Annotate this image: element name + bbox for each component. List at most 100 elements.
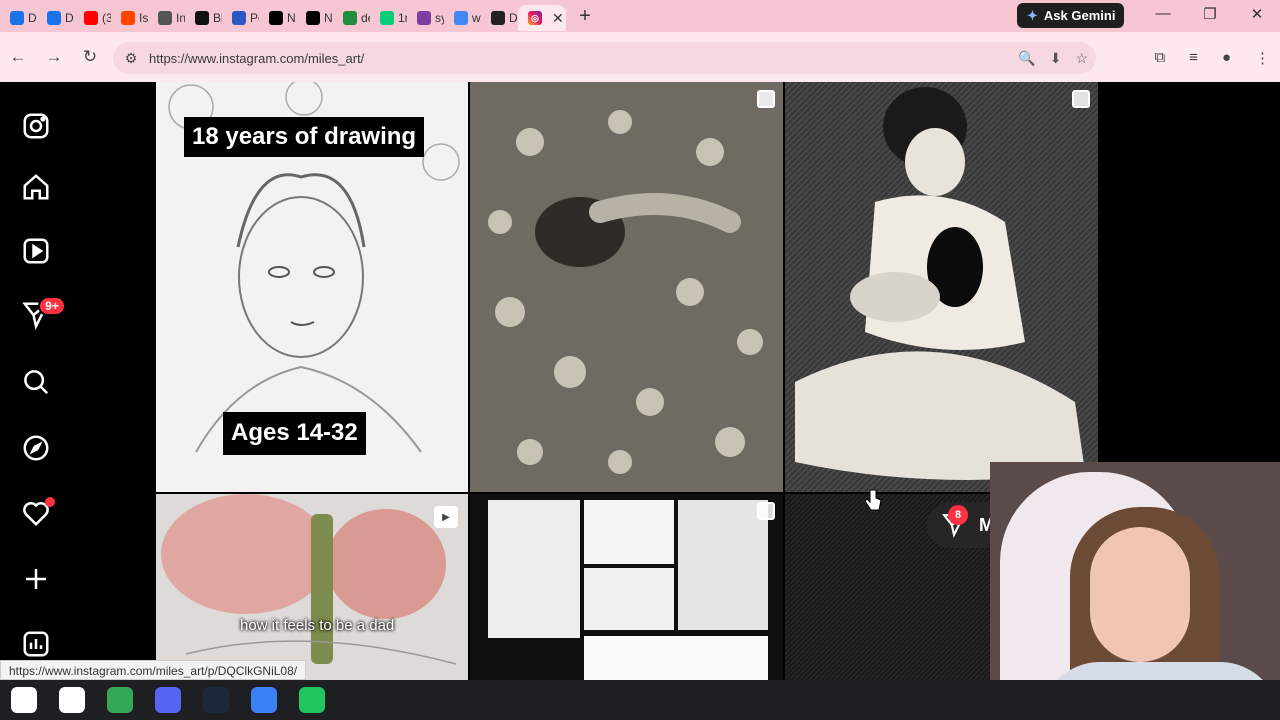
close-tab-icon[interactable]: ✕ bbox=[552, 10, 564, 27]
extensions-icon[interactable]: ⧉ bbox=[1154, 49, 1165, 67]
tab-label: Nc bbox=[324, 11, 333, 25]
browser-tab[interactable]: De bbox=[37, 5, 74, 31]
post-18-years-drawing[interactable]: 18 years of drawing Ages 14-32 bbox=[156, 82, 468, 492]
restore-icon[interactable]: ❐ bbox=[1195, 5, 1225, 23]
hand-cursor-icon bbox=[864, 489, 882, 511]
close-window-icon[interactable]: ✕ bbox=[1242, 5, 1272, 23]
reload-icon[interactable]: ↻ bbox=[72, 47, 108, 67]
taskbar-item[interactable] bbox=[0, 680, 48, 720]
steam-icon bbox=[203, 687, 229, 713]
home-icon[interactable] bbox=[18, 169, 54, 205]
browser-tab[interactable]: Bla bbox=[185, 5, 222, 31]
windows-start-icon bbox=[11, 687, 37, 713]
carousel-icon bbox=[757, 90, 775, 108]
comic-panel bbox=[584, 636, 768, 680]
webcam-face bbox=[1090, 527, 1190, 662]
tab-label: Bla bbox=[213, 11, 222, 25]
tab-label: syr bbox=[435, 11, 444, 25]
tab-label: De bbox=[28, 11, 37, 25]
taskbar-item[interactable] bbox=[144, 680, 192, 720]
google-drive-icon bbox=[10, 11, 24, 25]
forward-icon[interactable]: → bbox=[36, 47, 72, 67]
kickstarter-icon bbox=[380, 11, 394, 25]
mother-child-image bbox=[785, 82, 1098, 492]
taskbar-item[interactable] bbox=[192, 680, 240, 720]
link-status-url: https://www.instagram.com/miles_art/p/DQ… bbox=[0, 660, 307, 680]
carousel-icon bbox=[757, 502, 775, 520]
browser-tab[interactable]: Pe bbox=[222, 5, 259, 31]
tab-label: de bbox=[361, 11, 370, 25]
instagram-sidebar: 9+ bbox=[0, 82, 72, 680]
site-settings-icon[interactable]: ⚙ bbox=[113, 50, 149, 67]
profile-avatar-icon[interactable]: ● bbox=[1222, 49, 1231, 67]
browser-tab[interactable]: syr bbox=[407, 5, 444, 31]
spreadsheet-icon bbox=[343, 11, 357, 25]
browser-tab[interactable]: Is t bbox=[111, 5, 148, 31]
post-comic-panels[interactable] bbox=[470, 494, 783, 680]
notification-dot bbox=[45, 497, 55, 507]
install-app-icon[interactable]: ⬇ bbox=[1050, 50, 1062, 67]
address-bar[interactable]: ⚙ https://www.instagram.com/miles_art/ 🔍… bbox=[113, 42, 1096, 74]
tab-instagram[interactable]: ◎ ✕ bbox=[518, 5, 566, 31]
tab-label: wh bbox=[472, 11, 481, 25]
browser-tab[interactable]: Nc bbox=[296, 5, 333, 31]
globe-icon bbox=[158, 11, 172, 25]
post-pencil-video[interactable]: ▶ how it feels to be a dad bbox=[156, 494, 468, 680]
search-icon[interactable] bbox=[18, 364, 54, 400]
browser-tab[interactable]: De bbox=[0, 5, 37, 31]
taskbar-item[interactable] bbox=[96, 680, 144, 720]
news-icon bbox=[232, 11, 246, 25]
comic-panel bbox=[678, 500, 768, 630]
post-mother-child[interactable] bbox=[785, 82, 1098, 492]
pencil-hand-image bbox=[156, 494, 468, 680]
create-icon[interactable] bbox=[18, 561, 54, 597]
browser-menu-icon[interactable]: ⋮ bbox=[1255, 49, 1270, 67]
tab-label: (37 bbox=[102, 11, 111, 25]
post-reaching-hands[interactable] bbox=[470, 82, 783, 492]
media-controls-icon[interactable]: ≡ bbox=[1189, 49, 1198, 67]
youtube-icon bbox=[84, 11, 98, 25]
gemini-sparkle-icon: ✦ bbox=[1027, 7, 1038, 23]
carousel-icon bbox=[1072, 90, 1090, 108]
google-drive-icon bbox=[47, 11, 61, 25]
instagram-logo-icon[interactable] bbox=[18, 108, 54, 144]
messages-count-badge: 8 bbox=[948, 505, 968, 525]
taskbar-item[interactable] bbox=[48, 680, 96, 720]
windows-taskbar bbox=[0, 680, 1280, 720]
back-icon[interactable]: ← bbox=[0, 47, 36, 67]
bookmark-star-icon[interactable]: ☆ bbox=[1075, 50, 1088, 67]
comic-panel bbox=[584, 500, 674, 564]
tab-label: 1m bbox=[398, 11, 407, 25]
browser-tab[interactable]: 1m bbox=[370, 5, 407, 31]
minimize-icon[interactable]: — bbox=[1148, 5, 1178, 22]
reels-icon[interactable] bbox=[18, 233, 54, 269]
browser-tab[interactable]: wh bbox=[444, 5, 481, 31]
x-icon bbox=[269, 11, 283, 25]
comic-panel bbox=[488, 500, 580, 638]
posts-grid: 18 years of drawing Ages 14-32 ▶ how it … bbox=[156, 82, 1098, 680]
dashboard-icon[interactable] bbox=[18, 626, 54, 662]
instagram-icon: ◎ bbox=[528, 11, 542, 25]
comic-panel bbox=[584, 568, 674, 630]
ask-gemini-button[interactable]: ✦ Ask Gemini bbox=[1017, 3, 1124, 28]
new-tab-button[interactable]: + bbox=[570, 5, 600, 28]
tab-label: Pe bbox=[250, 11, 259, 25]
taskbar-item[interactable] bbox=[288, 680, 336, 720]
browser-tab[interactable]: (37 bbox=[74, 5, 111, 31]
url-text[interactable]: https://www.instagram.com/miles_art/ bbox=[149, 51, 364, 66]
tab-label: De bbox=[509, 11, 518, 25]
post-title-overlay: 18 years of drawing bbox=[184, 117, 425, 157]
reddit-icon bbox=[121, 11, 135, 25]
explore-icon[interactable] bbox=[18, 430, 54, 466]
zoom-icon[interactable]: 🔍 bbox=[1018, 50, 1035, 67]
taskbar-item[interactable] bbox=[240, 680, 288, 720]
browser-tab[interactable]: de bbox=[333, 5, 370, 31]
game-app-icon bbox=[299, 687, 325, 713]
browser-nav-bar: ← → ↻ ⚙ https://www.instagram.com/miles_… bbox=[0, 32, 1280, 82]
reel-video-icon: ▶ bbox=[434, 506, 458, 528]
browser-tab[interactable]: Nc bbox=[259, 5, 296, 31]
tab-label: Int bbox=[176, 11, 185, 25]
browser-tab[interactable]: De bbox=[481, 5, 518, 31]
browser-tab[interactable]: Int bbox=[148, 5, 185, 31]
chrome-icon bbox=[107, 687, 133, 713]
